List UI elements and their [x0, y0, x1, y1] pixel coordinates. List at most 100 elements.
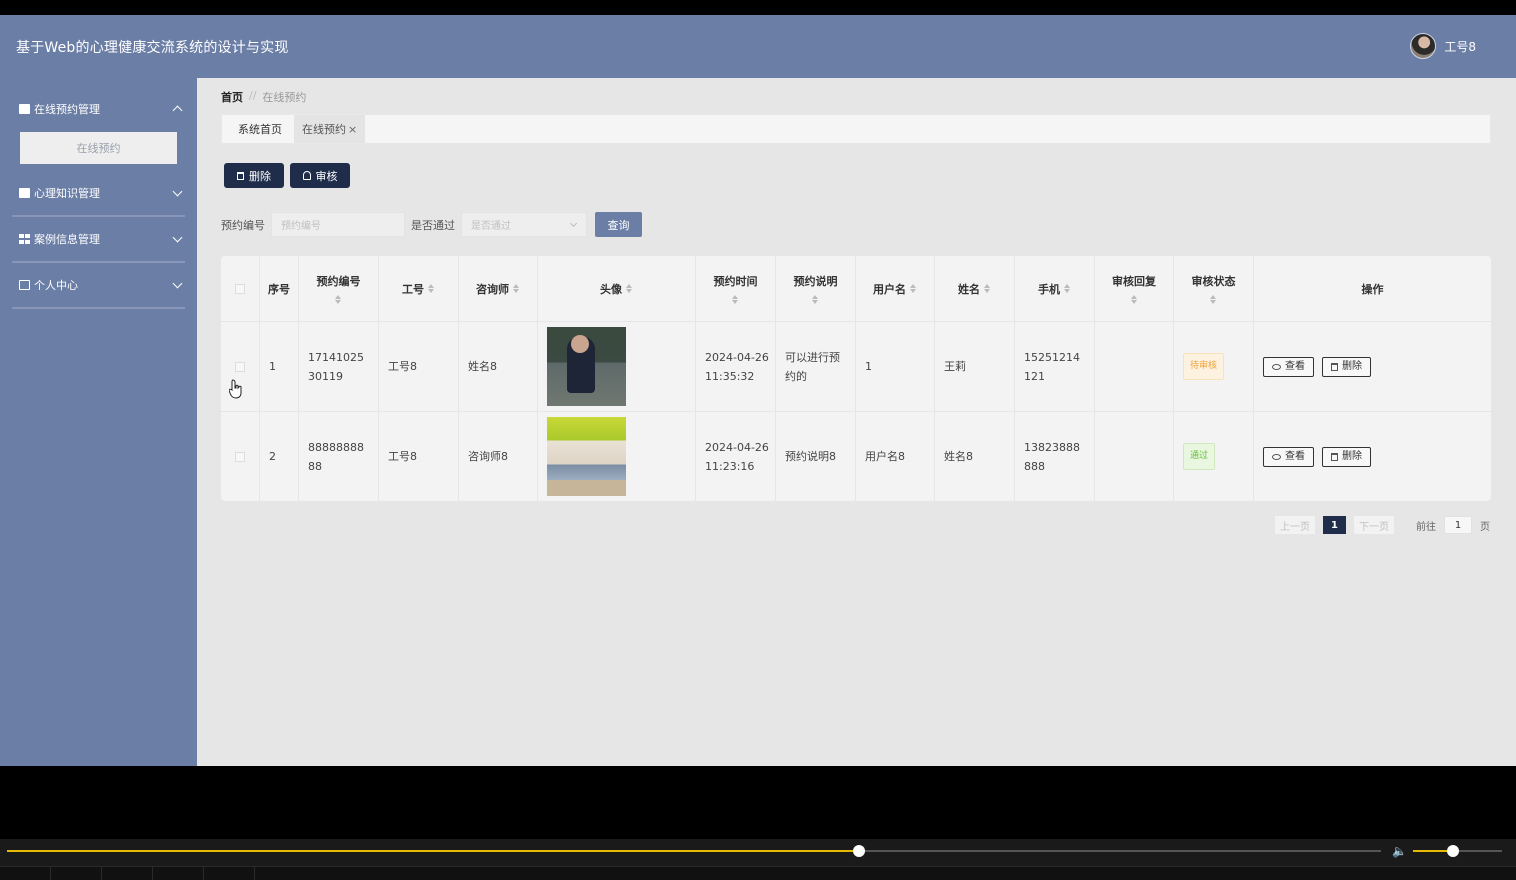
- player-segment: [204, 867, 255, 880]
- sidebar-item-profile[interactable]: 个人中心: [12, 263, 185, 309]
- sidebar-item-booking[interactable]: 在线预约管理: [12, 86, 185, 132]
- cell-phone: 13823888888: [1015, 412, 1095, 501]
- screen: 基于Web的心理健康交流系统的设计与实现 工号8 在线预约管理 在线预约 心理知…: [0, 0, 1516, 880]
- column-header-label: 咨询师: [476, 282, 509, 296]
- pagination: 上一页 1 下一页 前往 1 页: [1275, 516, 1490, 534]
- cell-index: 1: [260, 322, 299, 411]
- cell-name: 王莉: [935, 322, 1015, 411]
- avatar[interactable]: [1410, 33, 1437, 59]
- player-segment: [153, 867, 204, 880]
- column-header[interactable]: 预约说明: [776, 256, 856, 321]
- next-page-button[interactable]: 下一页: [1354, 516, 1394, 534]
- column-header-label: 预约说明: [793, 275, 838, 288]
- audit-button[interactable]: 审核: [290, 163, 350, 188]
- view-button[interactable]: 查看: [1263, 356, 1314, 377]
- user-menu[interactable]: 工号8: [1410, 33, 1476, 59]
- volume-icon[interactable]: 🔈: [1392, 844, 1408, 858]
- row-delete-button[interactable]: 删除: [1322, 446, 1371, 467]
- page-suffix: 页: [1480, 521, 1490, 533]
- cell-booking-no: 1714102530119: [299, 322, 379, 411]
- select-all-checkbox[interactable]: [235, 283, 245, 294]
- sidebar-item-cases[interactable]: 案例信息管理: [12, 217, 185, 263]
- approved-select[interactable]: 是否通过: [461, 212, 587, 237]
- sort-icon[interactable]: [1210, 295, 1217, 304]
- sort-icon[interactable]: [910, 284, 917, 293]
- main-content: 首页 // 在线预约 系统首页 在线预约 × 删除 审核 预约编号 预约编号 是…: [197, 78, 1516, 766]
- seek-handle[interactable]: [853, 845, 865, 857]
- table-row: 1 1714102530119 工号8 姓名8 2024-04-26 11:35…: [221, 322, 1491, 412]
- booking-no-input[interactable]: 预约编号: [271, 212, 405, 237]
- view-button-label: 查看: [1285, 361, 1305, 372]
- chevron-down-icon: [172, 186, 183, 197]
- sort-icon[interactable]: [1064, 284, 1071, 293]
- sort-icon[interactable]: [1130, 295, 1138, 304]
- tab-home[interactable]: 系统首页: [230, 115, 290, 143]
- column-header[interactable]: 用户名: [856, 256, 935, 321]
- status-badge: 通过: [1183, 443, 1216, 470]
- column-header[interactable]: 姓名: [935, 256, 1015, 321]
- approved-select-placeholder: 是否通过: [471, 221, 511, 232]
- sidebar-item-label: 在线预约管理: [34, 103, 100, 116]
- sort-icon[interactable]: [812, 295, 819, 304]
- prev-page-button[interactable]: 上一页: [1275, 516, 1315, 534]
- sort-icon[interactable]: [335, 295, 342, 304]
- column-header[interactable]: 审核状态: [1174, 256, 1254, 321]
- sort-icon[interactable]: [732, 295, 739, 304]
- tab-online-booking[interactable]: 在线预约 ×: [294, 115, 366, 143]
- trash-icon: [1331, 362, 1338, 371]
- row-delete-button[interactable]: 删除: [1322, 356, 1371, 377]
- goto-page-input[interactable]: 1: [1444, 516, 1472, 534]
- avatar-image[interactable]: [547, 327, 626, 406]
- breadcrumb-home[interactable]: 首页: [221, 89, 243, 105]
- column-header-label: 姓名: [958, 282, 980, 296]
- avatar-image[interactable]: [547, 417, 626, 496]
- row-checkbox[interactable]: [235, 361, 245, 372]
- sort-icon[interactable]: [984, 284, 991, 293]
- row-delete-label: 删除: [1342, 451, 1362, 462]
- cell-status: 待审核: [1174, 322, 1254, 411]
- column-header[interactable]: 头像: [538, 256, 696, 321]
- column-header[interactable]: 预约编号: [299, 256, 379, 321]
- volume-handle[interactable]: [1447, 845, 1459, 857]
- cell-actions: 查看 删除: [1254, 412, 1491, 501]
- column-header[interactable]: 咨询师: [459, 256, 538, 321]
- close-icon[interactable]: ×: [348, 123, 357, 136]
- mouse-cursor-icon: [229, 379, 242, 399]
- trash-icon: [1331, 452, 1338, 461]
- grid-icon: [19, 234, 30, 244]
- chevron-up-icon: [172, 105, 183, 116]
- table-row: 2 8888888888 工号8 咨询师8 2024-04-26 11:23:1…: [221, 412, 1491, 501]
- tab-bar: 系统首页 在线预约 ×: [221, 114, 1491, 144]
- note-text: 可以进行预约的: [785, 350, 840, 383]
- row-checkbox[interactable]: [235, 451, 245, 462]
- booking-table: 序号 预约编号 工号 咨询师 头像 预约时间 预约说明 用户名 姓名 手机 审核…: [221, 256, 1491, 501]
- page-number-current[interactable]: 1: [1323, 516, 1346, 534]
- cell-name: 姓名8: [935, 412, 1015, 501]
- column-header-label: 序号: [268, 282, 290, 296]
- column-header[interactable]: 工号: [379, 256, 459, 321]
- sort-icon[interactable]: [428, 284, 435, 293]
- tab-label: 在线预约: [302, 123, 346, 136]
- query-button[interactable]: 查询: [595, 212, 642, 237]
- column-header-label: 头像: [600, 282, 622, 296]
- video-player-bar: 🔈: [0, 839, 1516, 880]
- sidebar-item-knowledge[interactable]: 心理知识管理: [12, 171, 185, 217]
- column-header[interactable]: 手机: [1015, 256, 1095, 321]
- view-button[interactable]: 查看: [1263, 446, 1314, 467]
- booking-no-text: 1714102530119: [308, 350, 364, 383]
- breadcrumb-separator: //: [249, 89, 257, 102]
- seek-bar[interactable]: [7, 850, 1381, 852]
- column-header[interactable]: 审核回复: [1095, 256, 1174, 321]
- sidebar: 在线预约管理 在线预约 心理知识管理 案例信息管理 个人中心: [0, 78, 197, 766]
- cell-counselor: 咨询师8: [459, 412, 538, 501]
- chevron-down-icon: [172, 232, 183, 243]
- sidebar-item-label: 心理知识管理: [34, 187, 100, 200]
- delete-button[interactable]: 删除: [224, 163, 284, 188]
- sort-icon[interactable]: [513, 284, 520, 293]
- sort-icon[interactable]: [626, 284, 633, 293]
- column-header[interactable]: 预约时间: [696, 256, 776, 321]
- phone-text: 13823888888: [1024, 440, 1080, 473]
- phone-text: 15251214121: [1024, 350, 1080, 383]
- sidebar-subitem-online-booking[interactable]: 在线预约: [20, 132, 177, 164]
- sidebar-item-label: 案例信息管理: [34, 233, 100, 246]
